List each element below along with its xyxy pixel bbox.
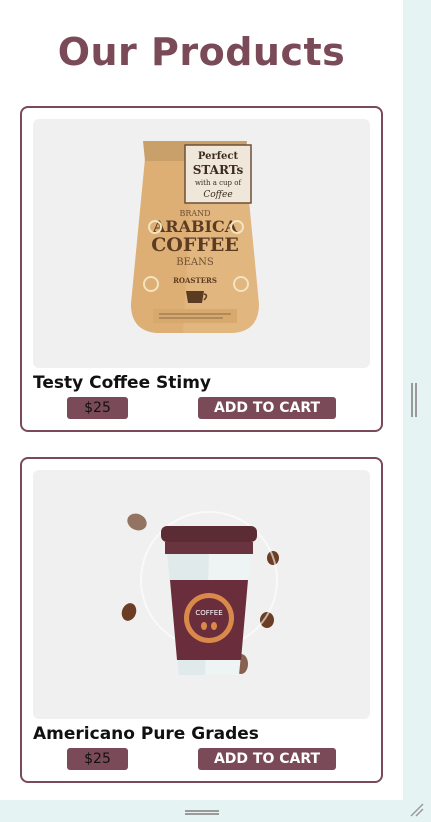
product-name: Testy Coffee Stimy bbox=[33, 373, 212, 393]
page-title: Our Products bbox=[57, 30, 346, 74]
cup-label: COFFEE bbox=[195, 609, 222, 617]
resize-corner-icon[interactable] bbox=[405, 800, 427, 818]
bag-label-starts: STARTs bbox=[193, 163, 244, 177]
product-image-coffee-cup: COFFEE bbox=[33, 470, 370, 719]
product-image-coffee-bag: Perfect STARTs with a cup of Coffee BRAN… bbox=[33, 119, 370, 368]
add-to-cart-button[interactable]: ADD TO CART bbox=[198, 397, 336, 419]
horizontal-resize-handle[interactable] bbox=[185, 810, 219, 815]
bag-label-perfect: Perfect bbox=[198, 151, 239, 162]
bottom-bar bbox=[0, 800, 431, 818]
product-card: Perfect STARTs with a cup of Coffee BRAN… bbox=[20, 106, 383, 432]
bag-beans: BEANS bbox=[176, 257, 214, 268]
bag-coffee: COFFEE bbox=[151, 234, 239, 256]
bag-label-cup: with a cup of bbox=[195, 179, 243, 187]
product-name: Americano Pure Grades bbox=[33, 724, 259, 744]
add-to-cart-button[interactable]: ADD TO CART bbox=[198, 748, 336, 770]
product-price: $25 bbox=[67, 397, 128, 419]
product-card: COFFEE Americano Pure Grades $25 ADD TO … bbox=[20, 457, 383, 783]
vertical-resize-handle[interactable] bbox=[411, 383, 417, 417]
product-price: $25 bbox=[67, 748, 128, 770]
page: Our Products Perfect STARTs with a cup o… bbox=[0, 0, 403, 800]
bag-roasters: ROASTERS bbox=[173, 276, 217, 285]
bag-label-coffee: Coffee bbox=[203, 190, 232, 200]
